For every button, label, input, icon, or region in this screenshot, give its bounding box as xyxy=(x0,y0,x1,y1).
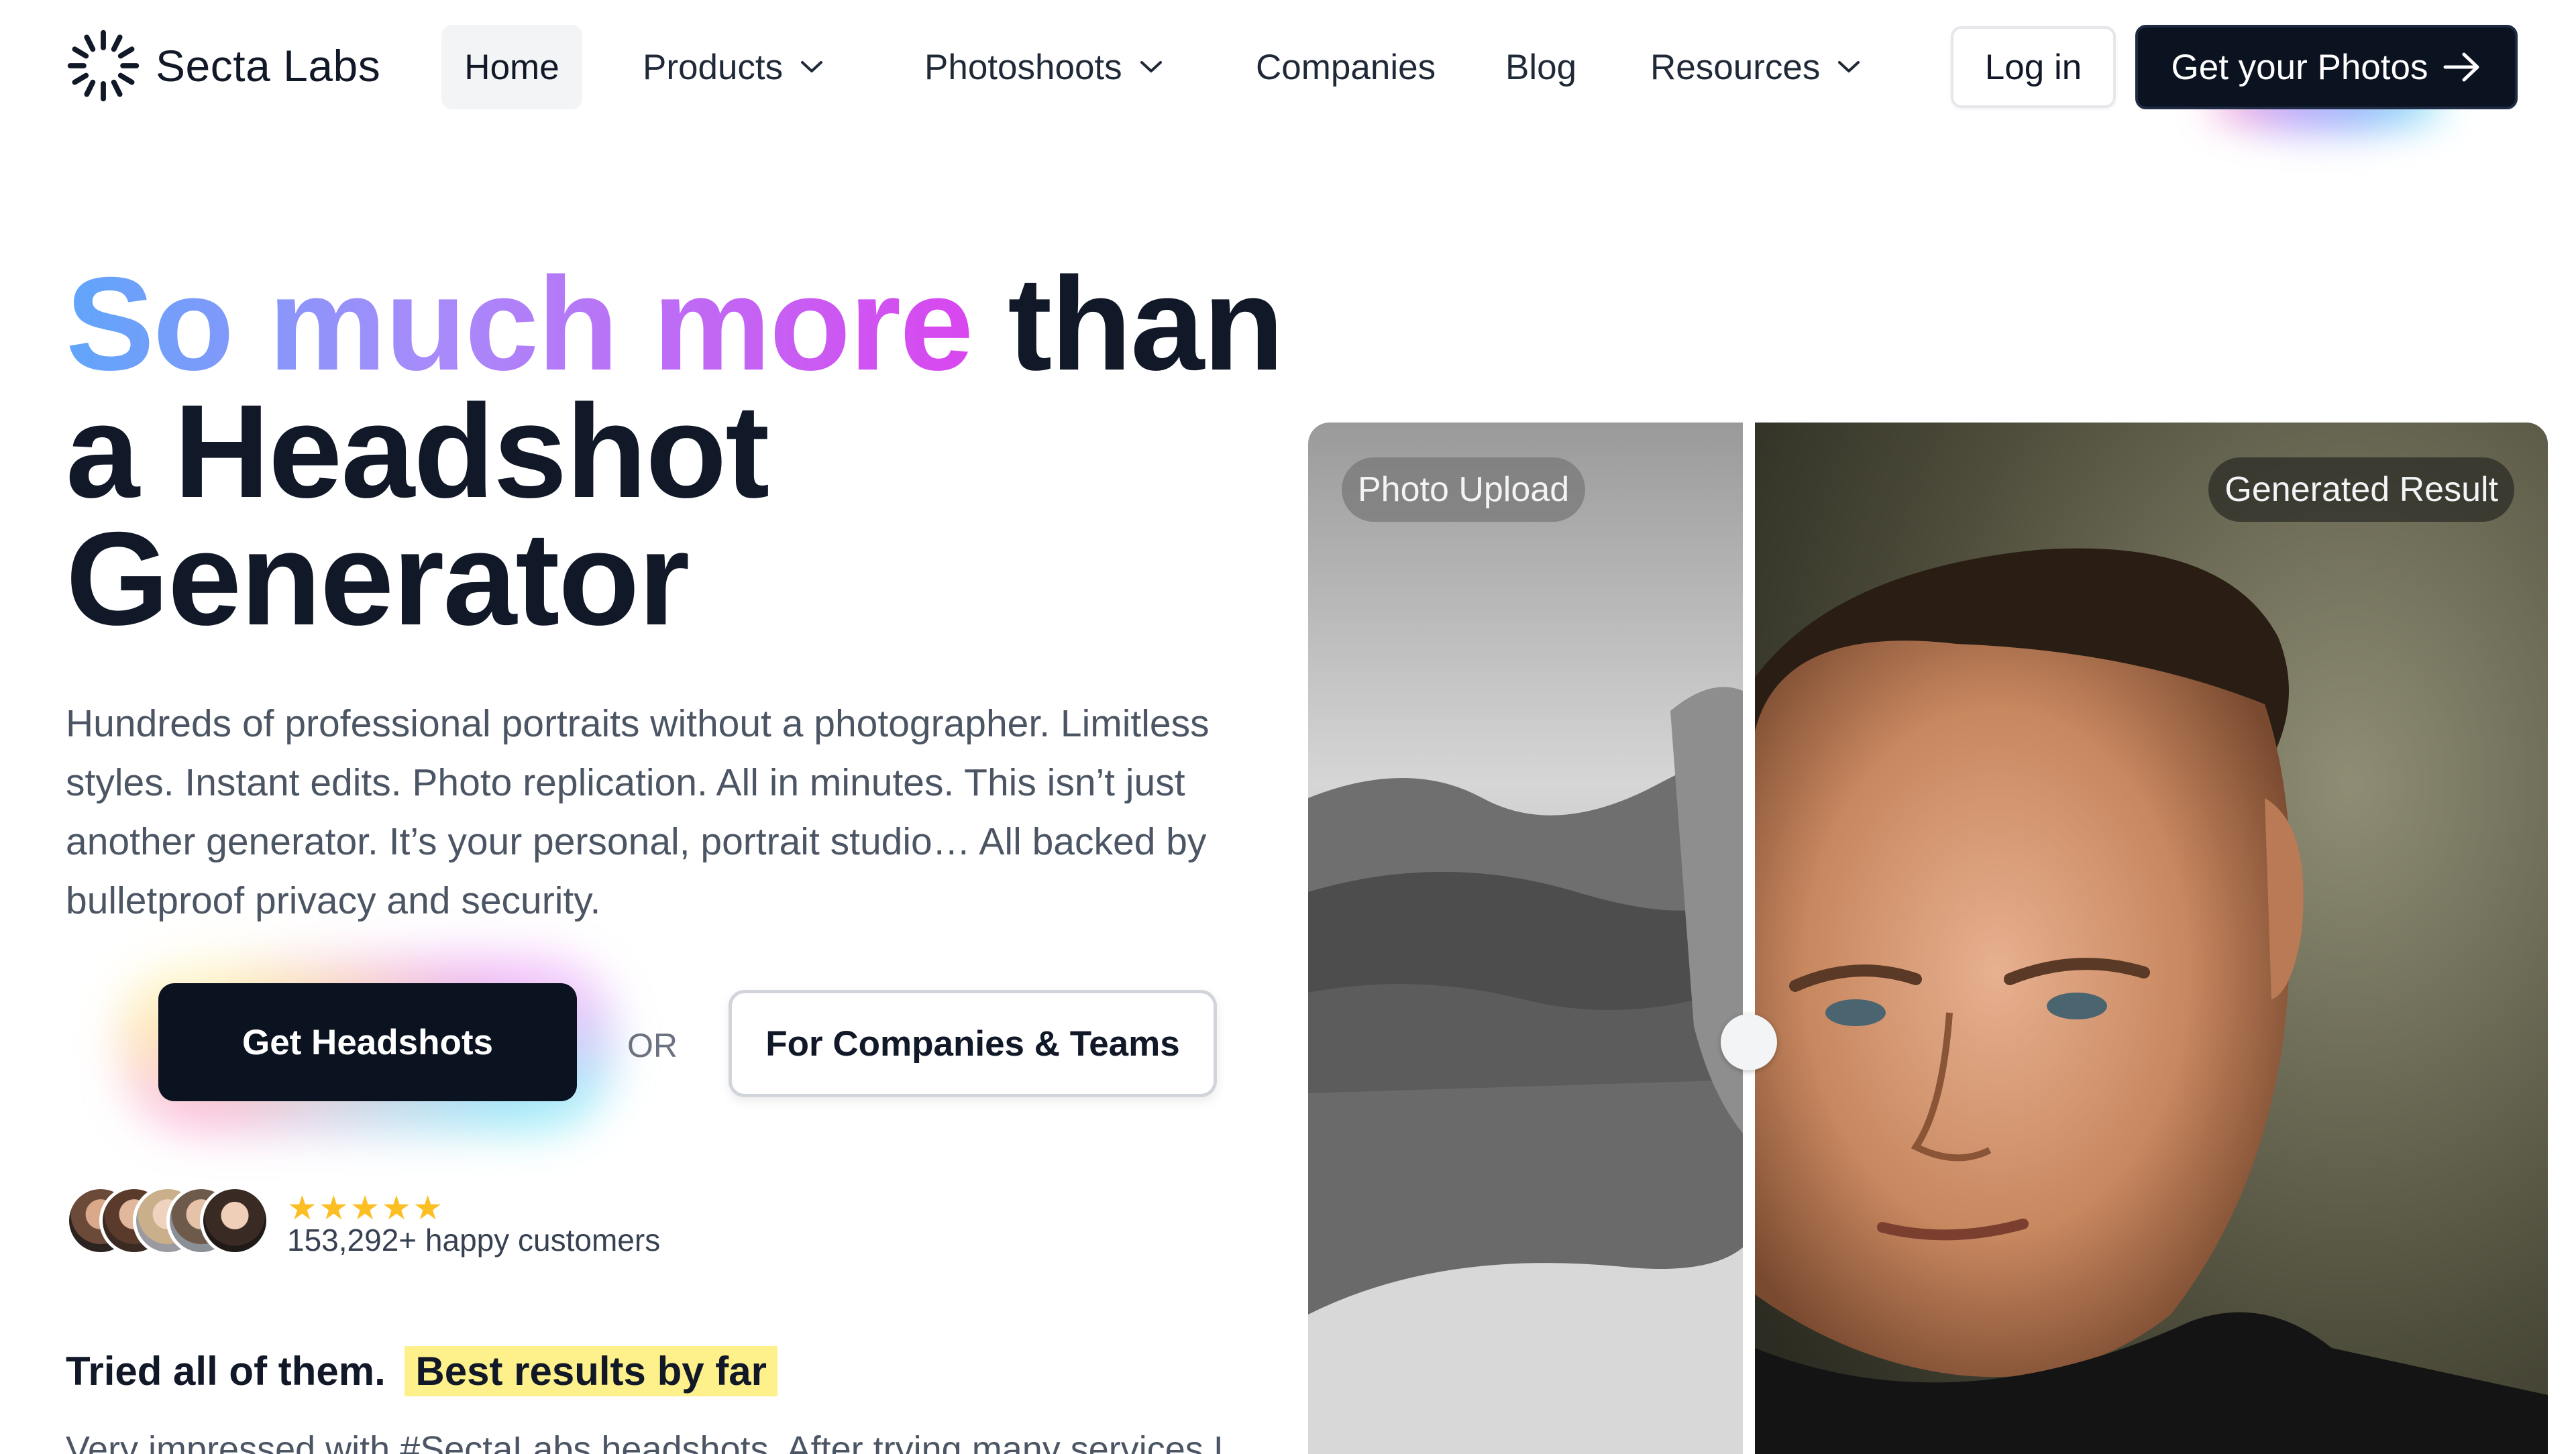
nav-blog-label: Blog xyxy=(1505,47,1577,87)
top-nav: Secta Labs Home Products Photoshoots Com… xyxy=(0,0,2576,134)
brand-name: Secta Labs xyxy=(156,41,381,91)
arrow-right-icon xyxy=(2443,52,2479,82)
nav-resources[interactable]: Resources xyxy=(1650,25,1860,109)
login-button[interactable]: Log in xyxy=(1951,26,2116,108)
testimonial-body: Very impressed with #SectaLabs headshots… xyxy=(66,1429,1224,1454)
hero-title-line2: a Headshot xyxy=(66,377,769,525)
before-after-compare[interactable]: Photo Upload Generated Result xyxy=(1308,423,2548,1454)
compare-slider-handle[interactable] xyxy=(1721,1014,1777,1070)
hero-title-gradient: So much more xyxy=(66,249,973,398)
chevron-down-icon xyxy=(1140,61,1162,72)
get-headshots-button[interactable]: Get Headshots xyxy=(158,983,577,1101)
nav-companies[interactable]: Companies xyxy=(1256,25,1436,109)
nav-photoshoots[interactable]: Photoshoots xyxy=(924,25,1163,109)
brand-logo[interactable]: Secta Labs xyxy=(66,28,380,103)
get-photos-label: Get your Photos xyxy=(2171,47,2428,87)
nav-products-label: Products xyxy=(643,47,784,87)
nav-home[interactable]: Home xyxy=(441,25,582,109)
generated-result-image xyxy=(1755,423,2548,1454)
nav-home-label: Home xyxy=(464,47,559,87)
get-photos-cta-wrap: Get your Photos xyxy=(2135,25,2518,132)
hero-title-line3: Generator xyxy=(66,504,690,653)
companies-teams-button[interactable]: For Companies & Teams xyxy=(729,990,1217,1097)
generated-result-tag: Generated Result xyxy=(2208,457,2514,522)
get-headshots-wrap: Get Headshots xyxy=(118,950,617,1135)
testimonial-highlight: Best results by far xyxy=(405,1346,777,1396)
nav-companies-label: Companies xyxy=(1256,47,1436,87)
get-photos-button[interactable]: Get your Photos xyxy=(2135,25,2518,109)
or-separator: OR xyxy=(627,1027,678,1064)
customers-count: 153,292+ happy customers xyxy=(287,1223,661,1257)
avatar xyxy=(200,1186,270,1255)
nav-blog[interactable]: Blog xyxy=(1505,25,1576,109)
nav-resources-label: Resources xyxy=(1650,47,1821,87)
logo-icon xyxy=(67,30,140,102)
compare-divider xyxy=(1743,423,1755,1454)
chevron-down-icon xyxy=(1838,61,1860,72)
photo-upload-image xyxy=(1308,423,1743,1454)
testimonial-heading: Tried all of them. Best results by far xyxy=(66,1346,777,1396)
hero-title: So much more than a Headshot Generator xyxy=(66,258,1340,645)
testimonial-lead: Tried all of them. xyxy=(66,1349,386,1394)
chevron-down-icon xyxy=(801,61,823,72)
hero-title-rest: than xyxy=(1008,249,1284,398)
hero-subtitle: Hundreds of professional portraits witho… xyxy=(66,702,1210,922)
nav-photoshoots-label: Photoshoots xyxy=(924,47,1122,87)
customer-avatars xyxy=(66,1186,274,1255)
photo-upload-tag: Photo Upload xyxy=(1342,457,1586,522)
nav-products[interactable]: Products xyxy=(643,25,823,109)
